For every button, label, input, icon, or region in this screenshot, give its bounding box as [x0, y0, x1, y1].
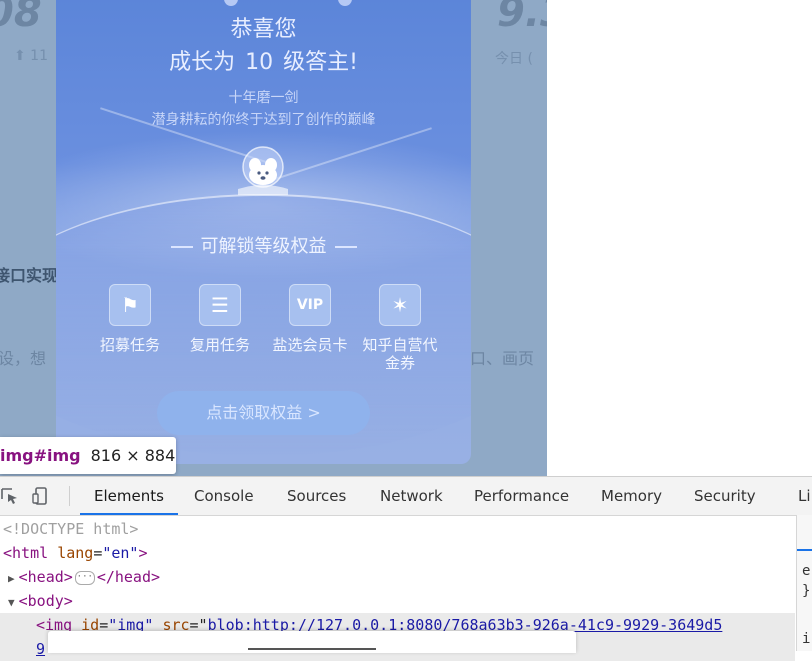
background-heading: 接口实现 — [0, 266, 59, 285]
doctype-text: <!DOCTYPE html> — [3, 520, 139, 538]
claim-benefits-button[interactable]: 点击领取权益 > — [157, 391, 370, 435]
html-attr-value: "en" — [102, 544, 139, 562]
title-dash-right — [334, 246, 357, 248]
devtools-panel: Elements Console Sources Network Perform… — [0, 476, 812, 661]
flag-icon: ⚑ — [109, 284, 151, 326]
dom-node-head[interactable]: ▶ <head> ··· </head> — [0, 565, 795, 589]
congrats-heading: 恭喜您 — [230, 17, 297, 42]
tab-elements[interactable]: Elements — [80, 477, 178, 515]
tab-security[interactable]: Security — [694, 477, 756, 515]
expand-triangle-icon[interactable]: ▶ — [8, 572, 15, 585]
tab-memory[interactable]: Memory — [601, 477, 662, 515]
level-prefix: 成长为 — [169, 50, 236, 75]
devtools-toolbar: Elements Console Sources Network Perform… — [0, 477, 812, 516]
benefit-label: 知乎自营代金券 — [362, 336, 438, 372]
background-text-left: 设，想 — [0, 349, 47, 368]
mascot-dog-icon — [238, 146, 288, 195]
benefit-label: 盐选会员卡 — [272, 336, 348, 354]
side-pane-text: i — [802, 631, 811, 647]
vip-icon: VIP — [289, 284, 331, 326]
tab-console[interactable]: Console — [194, 477, 254, 515]
benefit-reuse-task[interactable]: ☰ 复用任务 — [182, 284, 258, 354]
html-attr: lang — [57, 544, 94, 562]
tab-network[interactable]: Network — [380, 477, 443, 515]
tab-lighthouse[interactable]: Li — [798, 477, 811, 515]
dom-node-doctype[interactable]: <!DOCTYPE html> — [0, 517, 795, 541]
head-open-tag: <head> — [18, 568, 73, 586]
tooltip-selector: img#img — [0, 446, 81, 465]
sparkle-icon — [224, 0, 238, 6]
page-viewport: 08 ⬆ 11 9.3 今日 ( 接口实现 设，想 口、画页 恭喜您 成长为 10… — [0, 0, 547, 476]
side-pane-text: } — [802, 583, 811, 599]
html-open-tag: <html — [3, 544, 49, 562]
inspect-element-icon[interactable] — [0, 486, 20, 506]
collapsed-ellipsis-icon[interactable]: ··· — [74, 570, 95, 585]
unlock-benefits-title: 可解锁等级权益 — [56, 232, 471, 258]
head-close-tag: </head> — [96, 568, 161, 586]
html-close-bracket: > — [138, 544, 148, 562]
motto-line-2: 潜身耕耘的你终于达到了创作的巅峰 — [151, 112, 376, 128]
benefit-coupon[interactable]: ✶ 知乎自营代金券 — [362, 284, 438, 372]
side-pane-text: e — [802, 563, 811, 579]
motto-line-1: 十年磨一剑 — [228, 90, 299, 106]
tab-performance[interactable]: Performance — [474, 477, 569, 515]
tooltip-dimensions: 816 × 884 — [90, 446, 176, 465]
benefit-vip-card[interactable]: VIP 盐选会员卡 — [272, 284, 348, 354]
collapse-triangle-icon[interactable]: ▼ — [8, 596, 15, 609]
level-suffix: 级答主! — [283, 50, 358, 75]
level-number: 10 — [245, 50, 274, 75]
inspect-tooltip: img#img 816 × 884 — [0, 437, 176, 474]
benefit-label: 复用任务 — [189, 336, 250, 354]
dom-node-body[interactable]: ▼ <body> — [0, 589, 795, 613]
body-open-tag: <body> — [18, 592, 73, 610]
benefit-label: 招募任务 — [99, 336, 160, 354]
sparkle-icon — [338, 0, 352, 6]
background-text-right: 口、画页 — [470, 349, 535, 368]
level-up-modal: 恭喜您 成长为 10 级答主! 十年磨一剑 潜身耕耘的你终于达到了创作的巅峰 可解锁… — [56, 0, 471, 464]
background-stat-right: 9.3 — [497, 0, 547, 36]
toolbar-separator — [69, 486, 70, 506]
background-stat-left: 08 — [0, 0, 42, 36]
background-stat-right-sub: 今日 ( — [495, 51, 533, 67]
coupon-icon: ✶ — [379, 284, 421, 326]
title-dash-left — [170, 246, 193, 248]
dom-node-html[interactable]: <html lang="en"> — [0, 541, 795, 565]
benefit-list: ⚑ 招募任务 ☰ 复用任务 VIP 盐选会员卡 ✶ 知乎自营代金券 — [92, 284, 442, 374]
side-pane-tab[interactable] — [797, 515, 812, 551]
device-toolbar-icon[interactable] — [31, 486, 51, 506]
unlock-title-text: 可解锁等级权益 — [200, 236, 327, 257]
tab-sources[interactable]: Sources — [287, 477, 346, 515]
benefit-recruit-task[interactable]: ⚑ 招募任务 — [92, 284, 168, 354]
img-src-link-continued[interactable]: 9 — [36, 640, 45, 658]
document-icon: ☰ — [199, 284, 241, 326]
background-stat-left-sub: ⬆ 11 — [14, 48, 48, 64]
level-heading: 成长为 10 级答主! — [56, 44, 471, 76]
styles-side-pane: e } i — [796, 515, 812, 651]
